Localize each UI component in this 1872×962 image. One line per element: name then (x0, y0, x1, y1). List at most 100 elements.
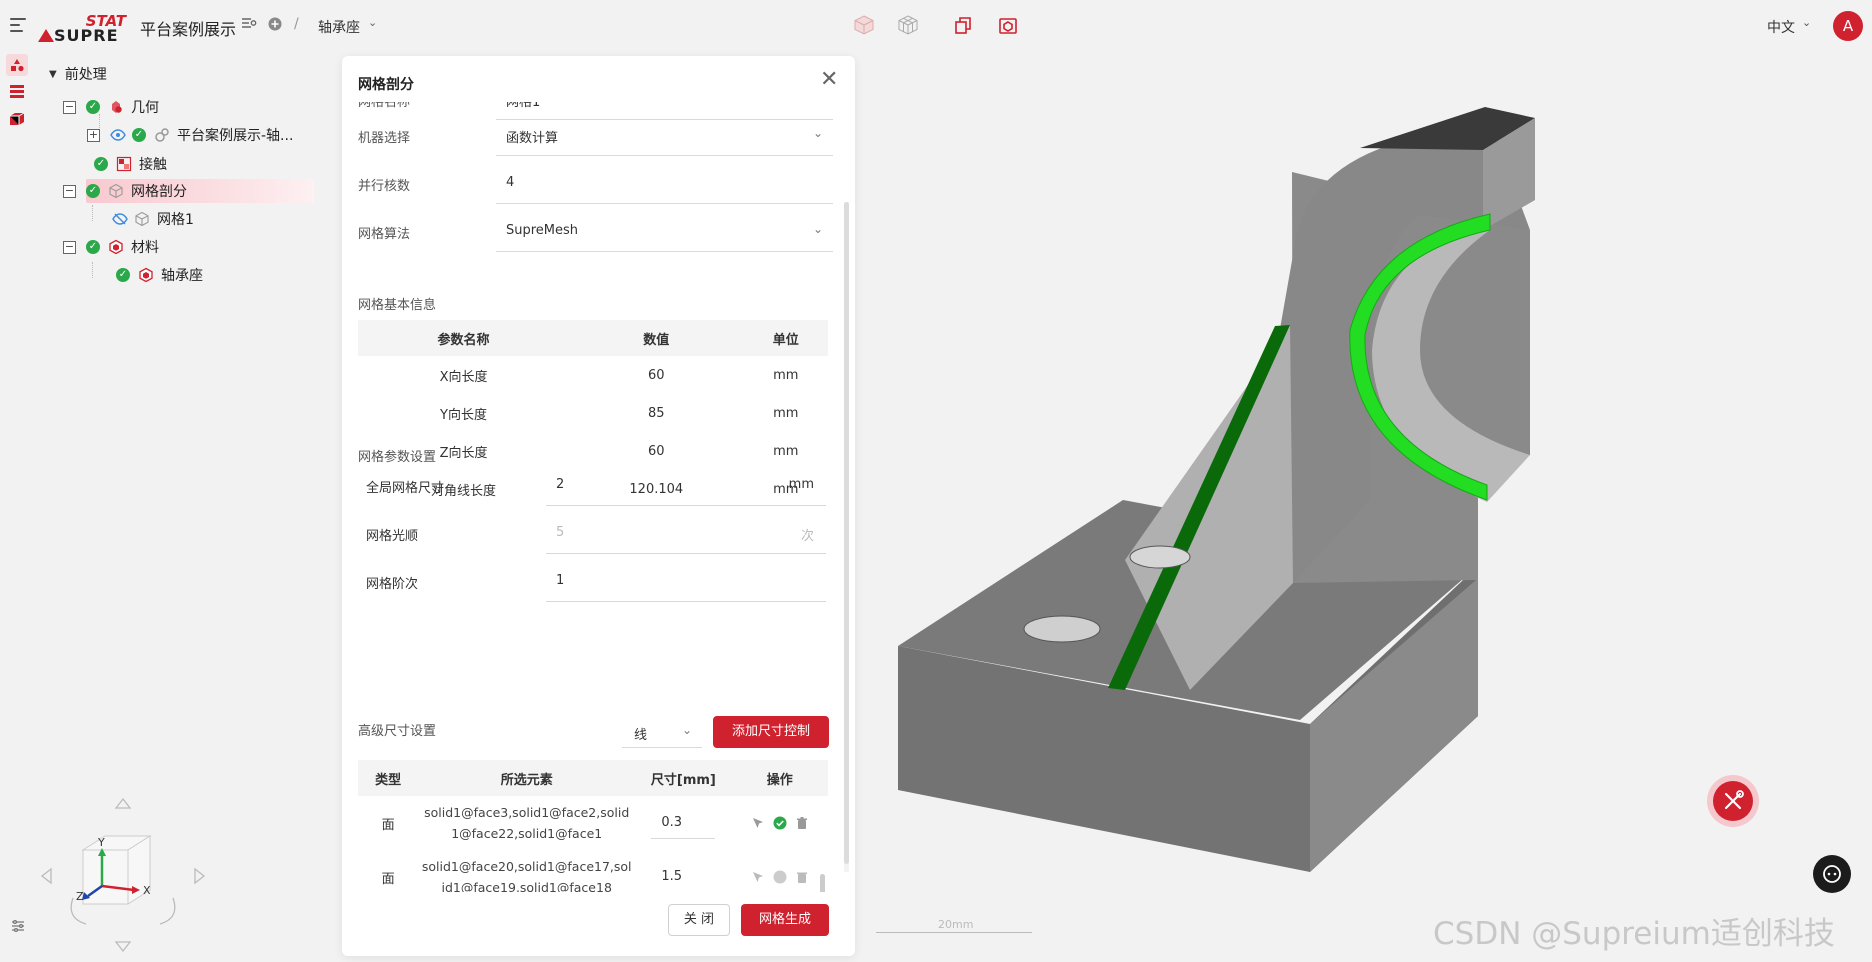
status-ok-icon: ✓ (86, 240, 100, 254)
tree-node-contact[interactable]: ✓ 接触 (86, 152, 167, 176)
copy-view-icon[interactable] (953, 14, 975, 36)
wrench-icon[interactable] (1713, 781, 1753, 821)
collapse-toggle-icon[interactable]: − (63, 100, 76, 114)
collapse-toggle-icon[interactable]: − (63, 184, 76, 198)
cores-input[interactable]: 4 (496, 164, 833, 204)
visibility-eye-icon[interactable] (110, 129, 126, 141)
algorithm-select[interactable]: SupreMesh ⌄ (496, 212, 833, 252)
field-label: 并行核数 (358, 179, 411, 194)
delete-trash-icon[interactable] (795, 816, 809, 830)
expand-toggle-icon[interactable]: + (87, 128, 100, 142)
scale-label: 20mm (938, 918, 974, 931)
column-header: 类型 (358, 760, 419, 796)
global-size-row: 全局网格尺寸 2 mm (366, 466, 826, 506)
3d-viewport[interactable] (860, 52, 1872, 962)
nav-arrow-right-icon[interactable] (194, 867, 206, 885)
collapse-toggle-icon[interactable]: − (63, 240, 76, 254)
column-header: 数值 (569, 320, 744, 356)
advanced-type-select[interactable]: 线 ⌄ (622, 716, 702, 748)
language-selector[interactable]: 中文 (1767, 17, 1795, 37)
settings-sliders-icon[interactable] (10, 918, 26, 934)
tree-guide (92, 262, 93, 278)
order-input[interactable]: 1 (546, 562, 826, 602)
tree-node-material[interactable]: − ✓ 材料 (63, 235, 159, 259)
size-input[interactable]: 1.5 (651, 861, 716, 893)
dialog-footer: 关 闭 网格生成 (342, 892, 855, 956)
tree-label: 接触 (139, 157, 167, 173)
nav-arrow-up-icon[interactable] (114, 797, 132, 809)
tree-label: 轴承座 (161, 268, 203, 284)
rail-preprocess-icon[interactable] (6, 54, 28, 76)
close-icon[interactable]: ✕ (820, 69, 838, 91)
select-cursor-icon[interactable] (751, 870, 765, 884)
field-label: 机器选择 (358, 131, 411, 146)
advanced-section-title: 高级尺寸设置 (358, 724, 437, 739)
axis-z-label: Z (76, 890, 84, 903)
column-header: 尺寸[mm] (635, 760, 732, 796)
status-ok-icon: ✓ (116, 268, 130, 282)
generate-mesh-button[interactable]: 网格生成 (741, 904, 829, 936)
unit-label: 次 (800, 529, 814, 544)
mesh-dialog: 网格剖分 ✕ 网格名称 网格1 机器选择 函数计算 ⌄ 并行核数 4 网格算法 … (342, 56, 855, 956)
chevron-down-icon[interactable]: ⌄ (368, 16, 377, 29)
section-view-icon[interactable] (997, 14, 1019, 36)
confirm-check-icon[interactable] (773, 870, 787, 884)
tree-node-geometry[interactable]: − ✓ 几何 (63, 95, 159, 119)
tree-label: 前处理 (64, 67, 107, 83)
mesh-icon (109, 183, 123, 199)
axis-y-label: Y (97, 836, 105, 849)
top-bar: STAT SUPRE 平台案例展示 / 轴承座 ⌄ 中文 ⌄ A (0, 0, 1872, 52)
tools-fab[interactable] (1707, 775, 1759, 827)
breadcrumb-model[interactable]: 轴承座 (318, 17, 360, 37)
contact-icon (116, 156, 132, 172)
mesh-view-icon[interactable] (897, 14, 919, 36)
material-icon (139, 267, 153, 283)
menu-toggle-icon[interactable] (10, 18, 26, 32)
add-circle-icon[interactable] (268, 17, 282, 35)
param-section-title: 网格参数设置 (358, 450, 437, 465)
solid-view-icon[interactable] (853, 14, 875, 36)
tree-node-geometry-part[interactable]: + ✓ 平台案例展示-轴... (87, 123, 293, 147)
brand-logo: STAT SUPRE (38, 12, 126, 45)
project-settings-icon[interactable] (241, 16, 257, 34)
dialog-scrollbar[interactable] (844, 202, 849, 864)
caret-down-icon[interactable]: ▼ (49, 69, 57, 80)
smooth-input[interactable]: 5 次 (546, 514, 826, 554)
nav-arrow-left-icon[interactable] (40, 867, 52, 885)
confirm-check-icon[interactable] (773, 816, 787, 830)
rail-postprocess-icon[interactable] (6, 107, 28, 129)
assistant-fab[interactable] (1813, 855, 1851, 893)
add-size-control-button[interactable]: 添加尺寸控制 (713, 716, 829, 748)
chevron-down-icon[interactable]: ⌄ (1802, 16, 1811, 29)
unit-label: mm (788, 477, 814, 492)
tree-node-mesh[interactable]: − ✓ 网格剖分 (63, 179, 187, 203)
global-size-input[interactable]: 2 mm (546, 466, 826, 506)
field-label: 网格光顺 (366, 529, 419, 544)
table-row: Y向长度 85 mm (440, 405, 799, 423)
project-title: 平台案例展示 (140, 20, 237, 39)
tree-label: 平台案例展示-轴... (177, 128, 294, 144)
status-ok-icon: ✓ (94, 157, 108, 171)
table-row: 面 solid1@face3,solid1@face2,solid1@face2… (358, 796, 828, 850)
chevron-down-icon: ⌄ (681, 723, 692, 737)
chat-bot-icon[interactable] (1813, 855, 1851, 893)
watermark-text: CSDN @Supreium适创科技 (1433, 916, 1835, 952)
rail-solve-icon[interactable] (6, 80, 28, 102)
tree-node-preprocess[interactable]: ▼ 前处理 (49, 62, 107, 86)
machine-select[interactable]: 函数计算 ⌄ (496, 116, 833, 156)
rotate-right-icon (159, 897, 176, 925)
selected-elements: solid1@face3,solid1@face2,solid1@face22,… (424, 805, 630, 841)
delete-trash-icon[interactable] (795, 870, 809, 884)
material-icon (109, 239, 123, 255)
tree-node-material-item[interactable]: ✓ 轴承座 (116, 263, 203, 287)
navigation-cube[interactable]: Y X Z (38, 790, 208, 960)
close-button[interactable]: 关 闭 (668, 904, 730, 936)
nav-arrow-down-icon[interactable] (114, 941, 132, 953)
user-avatar[interactable]: A (1833, 11, 1863, 41)
bearing-block-model[interactable] (860, 52, 1872, 962)
size-input[interactable]: 0.3 (651, 807, 716, 839)
select-cursor-icon[interactable] (751, 816, 765, 830)
visibility-hidden-icon[interactable] (112, 213, 128, 225)
status-ok-icon: ✓ (86, 100, 100, 114)
tree-node-mesh-1[interactable]: 网格1 (112, 207, 194, 231)
